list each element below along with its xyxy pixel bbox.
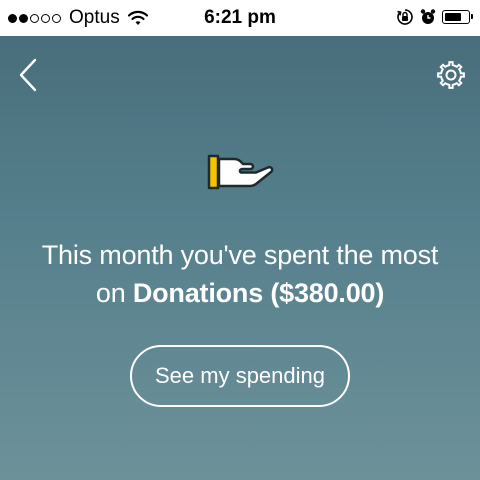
orientation-lock-icon [396, 8, 414, 26]
battery-level [445, 13, 461, 21]
summary-prefix: on [95, 278, 126, 308]
battery-icon [442, 10, 473, 24]
top-category: Donations [132, 278, 264, 308]
back-button[interactable] [16, 58, 42, 92]
summary-line-2: on Donations ($380.00) [20, 274, 460, 312]
alarm-clock-icon [420, 8, 436, 26]
spending-insight-screen: Optus 6:21 pm This month you've spent th… [0, 0, 480, 480]
summary-line-1: This month you've spent the most [41, 240, 439, 270]
status-right [390, 8, 473, 26]
chevron-left-icon [19, 58, 37, 92]
giving-hand-icon [206, 152, 278, 194]
gear-icon [437, 61, 465, 89]
status-bar: Optus 6:21 pm [0, 0, 480, 36]
see-my-spending-button[interactable]: See my spending [130, 345, 350, 407]
top-category-amount: ($380.00) [270, 278, 385, 308]
settings-button[interactable] [436, 60, 466, 90]
spending-summary: This month you've spent the most on Dona… [20, 236, 460, 312]
